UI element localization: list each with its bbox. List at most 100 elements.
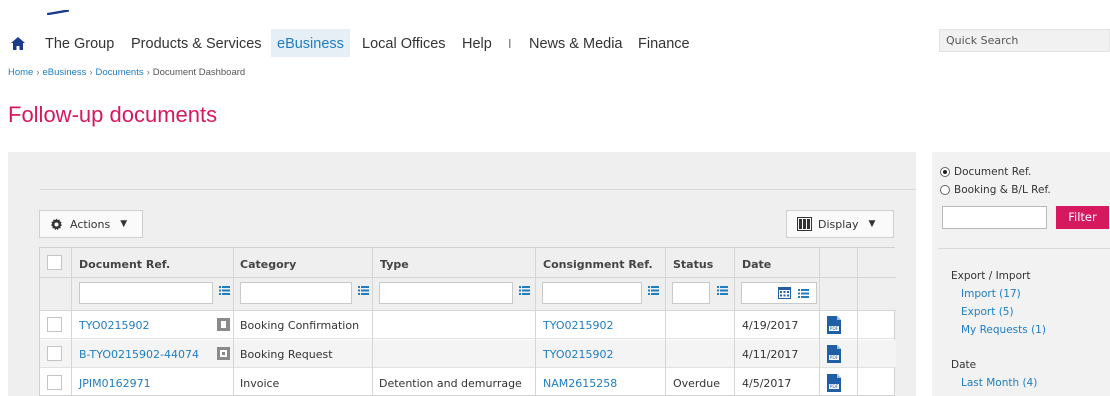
gear-icon (50, 217, 63, 230)
nav-separator: I (508, 36, 512, 51)
document-type-icon (217, 347, 230, 360)
row-checkbox[interactable] (47, 346, 62, 361)
column-divider (535, 248, 536, 396)
filter-sidebar: Document Ref. Booking & B/L Ref. Filter … (932, 152, 1110, 396)
nav-help[interactable]: Help (462, 29, 492, 57)
status-filter-input[interactable] (672, 282, 710, 304)
column-divider (372, 248, 373, 396)
link-export[interactable]: Export (5) (961, 306, 1014, 318)
row-checkbox[interactable] (47, 317, 62, 332)
breadcrumb-documents[interactable]: Documents (96, 67, 144, 78)
radio-selected-icon (940, 167, 950, 177)
filter-list-icon[interactable] (519, 286, 530, 295)
breadcrumb-ebusiness[interactable]: eBusiness (43, 67, 87, 78)
link-my-requests[interactable]: My Requests (1) (961, 324, 1046, 336)
svg-text:PDF: PDF (830, 355, 839, 361)
nav-products-services[interactable]: Products & Services (131, 29, 262, 57)
breadcrumb: Home › eBusiness › Documents › Document Dashbo… (8, 67, 245, 78)
link-import[interactable]: Import (17) (961, 288, 1021, 300)
radio-unselected-icon (940, 185, 950, 195)
radio-booking-bl-ref-label: Booking & B/L Ref. (954, 184, 1051, 196)
caret-down-icon: ▼ (868, 219, 876, 229)
consignment-ref-link[interactable]: TYO0215902 (543, 348, 614, 361)
consignment-ref-link[interactable]: TYO0215902 (543, 319, 614, 332)
col-header-status[interactable]: Status (673, 258, 713, 271)
filter-list-icon[interactable] (717, 286, 728, 295)
columns-icon (797, 217, 812, 231)
col-header-document-ref[interactable]: Document Ref. (79, 258, 170, 271)
nav-finance[interactable]: Finance (638, 29, 690, 57)
quick-search-input[interactable]: Quick Search (939, 29, 1110, 52)
actions-button[interactable]: Actions ▼ (39, 210, 143, 238)
type-filter-input[interactable] (379, 282, 513, 304)
col-header-type[interactable]: Type (380, 258, 409, 271)
logo-swoosh (47, 10, 69, 15)
document-ref-link[interactable]: B-TYO0215902-44074 (79, 348, 199, 361)
category-filter-input[interactable] (240, 282, 352, 304)
column-divider (819, 248, 820, 396)
display-label: Display (818, 217, 859, 231)
pdf-icon[interactable]: PDF (827, 374, 841, 392)
page-title: Follow-up documents (8, 102, 218, 127)
display-button[interactable]: Display ▼ (786, 210, 894, 238)
filter-list-icon[interactable] (648, 286, 659, 295)
nav-the-group[interactable]: The Group (45, 29, 114, 57)
reference-search-input[interactable] (942, 206, 1047, 229)
calendar-icon[interactable] (778, 287, 791, 299)
document-ref-link[interactable]: TYO0215902 (79, 319, 150, 332)
documents-table: Document Ref. Category Type Consignment … (39, 247, 896, 396)
filter-list-icon[interactable] (219, 286, 230, 295)
col-header-category[interactable]: Category (240, 258, 296, 271)
category-cell: Invoice (240, 377, 280, 390)
col-header-consignment-ref[interactable]: Consignment Ref. (543, 258, 653, 271)
svg-text:PDF: PDF (830, 326, 839, 332)
nav-local-offices[interactable]: Local Offices (362, 29, 446, 57)
breadcrumb-separator-icon: › (146, 67, 150, 78)
filter-row (40, 278, 896, 311)
table-row[interactable]: TYO0215902 Booking Confirmation TYO02159… (40, 311, 896, 339)
row-checkbox[interactable] (47, 375, 62, 390)
date-cell: 4/19/2017 (742, 319, 799, 332)
radio-document-ref[interactable]: Document Ref. (940, 166, 1031, 178)
export-import-heading: Export / Import (951, 270, 1031, 282)
column-divider (71, 248, 72, 396)
col-header-date[interactable]: Date (742, 258, 771, 271)
breadcrumb-home[interactable]: Home (8, 67, 33, 78)
table-row[interactable]: JPIM0162971 Invoice Detention and demurr… (40, 369, 896, 396)
filter-button[interactable]: Filter (1056, 206, 1109, 229)
consignment-ref-filter-input[interactable] (542, 282, 642, 304)
consignment-ref-link[interactable]: NAM2615258 (543, 377, 617, 390)
svg-text:PDF: PDF (830, 384, 839, 390)
main-navigation: The Group Products & Services eBusiness … (0, 29, 930, 59)
status-cell: Overdue (673, 377, 720, 390)
pdf-icon[interactable]: PDF (827, 316, 841, 334)
link-last-month[interactable]: Last Month (4) (961, 377, 1037, 389)
filter-list-icon[interactable] (358, 286, 369, 295)
breadcrumb-separator-icon: › (89, 67, 93, 78)
select-all-checkbox[interactable] (47, 255, 62, 270)
actions-label: Actions (70, 217, 111, 231)
category-cell: Booking Confirmation (240, 319, 360, 332)
column-divider (665, 248, 666, 396)
type-cell: Detention and demurrage (379, 377, 522, 390)
table-row[interactable]: B-TYO0215902-44074 Booking Request TYO02… (40, 340, 896, 368)
date-heading: Date (951, 359, 977, 371)
category-cell: Booking Request (240, 348, 333, 361)
document-ref-filter-input[interactable] (79, 282, 213, 304)
filter-list-icon[interactable] (798, 289, 809, 298)
sidebar-divider (938, 248, 1110, 249)
nav-ebusiness[interactable]: eBusiness (271, 29, 350, 57)
document-type-icon (217, 318, 230, 331)
column-divider (233, 248, 234, 396)
pdf-icon[interactable]: PDF (827, 345, 841, 363)
radio-booking-bl-ref[interactable]: Booking & B/L Ref. (940, 184, 1051, 196)
radio-document-ref-label: Document Ref. (954, 166, 1032, 178)
nav-news-media[interactable]: News & Media (529, 29, 622, 57)
column-divider (857, 248, 858, 396)
breadcrumb-separator-icon: › (36, 67, 40, 78)
panel-divider (40, 189, 916, 190)
table-header: Document Ref. Category Type Consignment … (40, 248, 896, 278)
home-icon[interactable] (11, 37, 25, 50)
document-ref-link[interactable]: JPIM0162971 (79, 377, 151, 390)
date-filter-input[interactable] (741, 282, 817, 304)
